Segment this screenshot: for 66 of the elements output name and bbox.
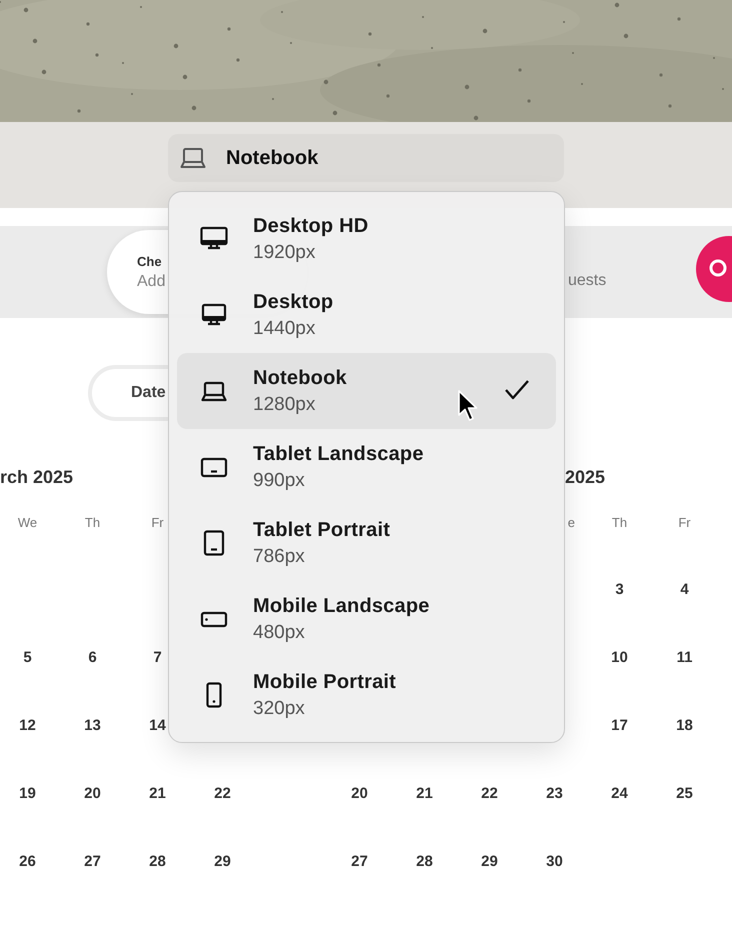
device-option[interactable]: Mobile Portrait 320px	[177, 657, 556, 733]
weekday-label: Fr	[677, 515, 692, 530]
calendar-day[interactable]: 22	[481, 784, 498, 802]
mouse-cursor-icon	[457, 389, 479, 423]
weekday-label: Th	[84, 515, 102, 530]
device-option[interactable]: Desktop 1440px	[177, 277, 556, 353]
device-width: 320px	[253, 698, 306, 720]
device-name: Notebook	[253, 366, 347, 390]
device-option[interactable]: Mobile Landscape 480px	[177, 581, 556, 657]
weekday-label: Th	[610, 515, 628, 530]
device-name: Desktop	[253, 290, 334, 314]
monitor-icon	[200, 226, 228, 252]
calendar-day[interactable]: 13	[84, 716, 101, 734]
device-option[interactable]: Tablet Landscape 990px	[177, 429, 556, 505]
calendar-day[interactable]: 7	[153, 648, 162, 666]
month-title: 2025	[565, 466, 606, 489]
calendar-day[interactable]: 29	[214, 852, 231, 870]
calendar-day[interactable]: 4	[680, 580, 689, 598]
calendar-day[interactable]: 12	[19, 716, 36, 734]
weekday-label: Fr	[150, 515, 165, 530]
calendar-day[interactable]: 20	[84, 784, 101, 802]
calendar-day[interactable]: 5	[23, 648, 32, 666]
monitor-icon	[200, 302, 228, 328]
calendar-day[interactable]: 25	[676, 784, 693, 802]
calendar-day[interactable]: 19	[19, 784, 36, 802]
guests-field[interactable]: uests	[568, 272, 606, 290]
calendar-day[interactable]: 30	[546, 852, 563, 870]
calendar-day[interactable]: 21	[416, 784, 433, 802]
calendar-day[interactable]: 24	[611, 784, 628, 802]
weekday-label: e	[566, 515, 576, 530]
device-selector[interactable]: Notebook	[168, 134, 564, 182]
calendar-day[interactable]: 29	[481, 852, 498, 870]
device-width: 786px	[253, 546, 306, 568]
device-name: Mobile Landscape	[253, 594, 430, 618]
device-option[interactable]: Tablet Portrait 786px	[177, 505, 556, 581]
calendar-day[interactable]: 20	[351, 784, 368, 802]
calendar-day[interactable]: 3	[615, 580, 624, 598]
calendar-day[interactable]: 22	[214, 784, 231, 802]
calendar-day[interactable]: 10	[611, 648, 628, 666]
calendar-day[interactable]: 27	[351, 852, 368, 870]
device-name: Tablet Landscape	[253, 442, 424, 466]
device-option[interactable]: Desktop HD 1920px	[177, 201, 556, 277]
month-title: rch 2025	[0, 466, 74, 489]
device-width: 1920px	[253, 242, 316, 264]
device-name: Desktop HD	[253, 214, 368, 238]
calendar-day[interactable]: 28	[416, 852, 433, 870]
calendar-day[interactable]: 23	[546, 784, 563, 802]
device-name: Tablet Portrait	[253, 518, 390, 542]
device-width: 1280px	[253, 394, 316, 416]
check-icon	[504, 379, 530, 401]
weekday-label: We	[16, 515, 38, 530]
laptop-icon	[180, 147, 206, 169]
calendar-day[interactable]: 27	[84, 852, 101, 870]
calendar-day[interactable]: 11	[676, 648, 692, 666]
device-option[interactable]: Notebook 1280px	[177, 353, 556, 429]
calendar-day[interactable]: 17	[611, 716, 628, 734]
calendar-day[interactable]: 14	[149, 716, 166, 734]
device-name: Mobile Portrait	[253, 670, 396, 694]
calendar-day[interactable]: 6	[88, 648, 97, 666]
calendar-day[interactable]: 21	[149, 784, 166, 802]
device-width: 480px	[253, 622, 306, 644]
calendar-day[interactable]: 28	[149, 852, 166, 870]
calendar-day[interactable]: 18	[676, 716, 693, 734]
device-width: 1440px	[253, 318, 316, 340]
device-width: 990px	[253, 470, 306, 492]
calendar-day[interactable]: 26	[19, 852, 36, 870]
